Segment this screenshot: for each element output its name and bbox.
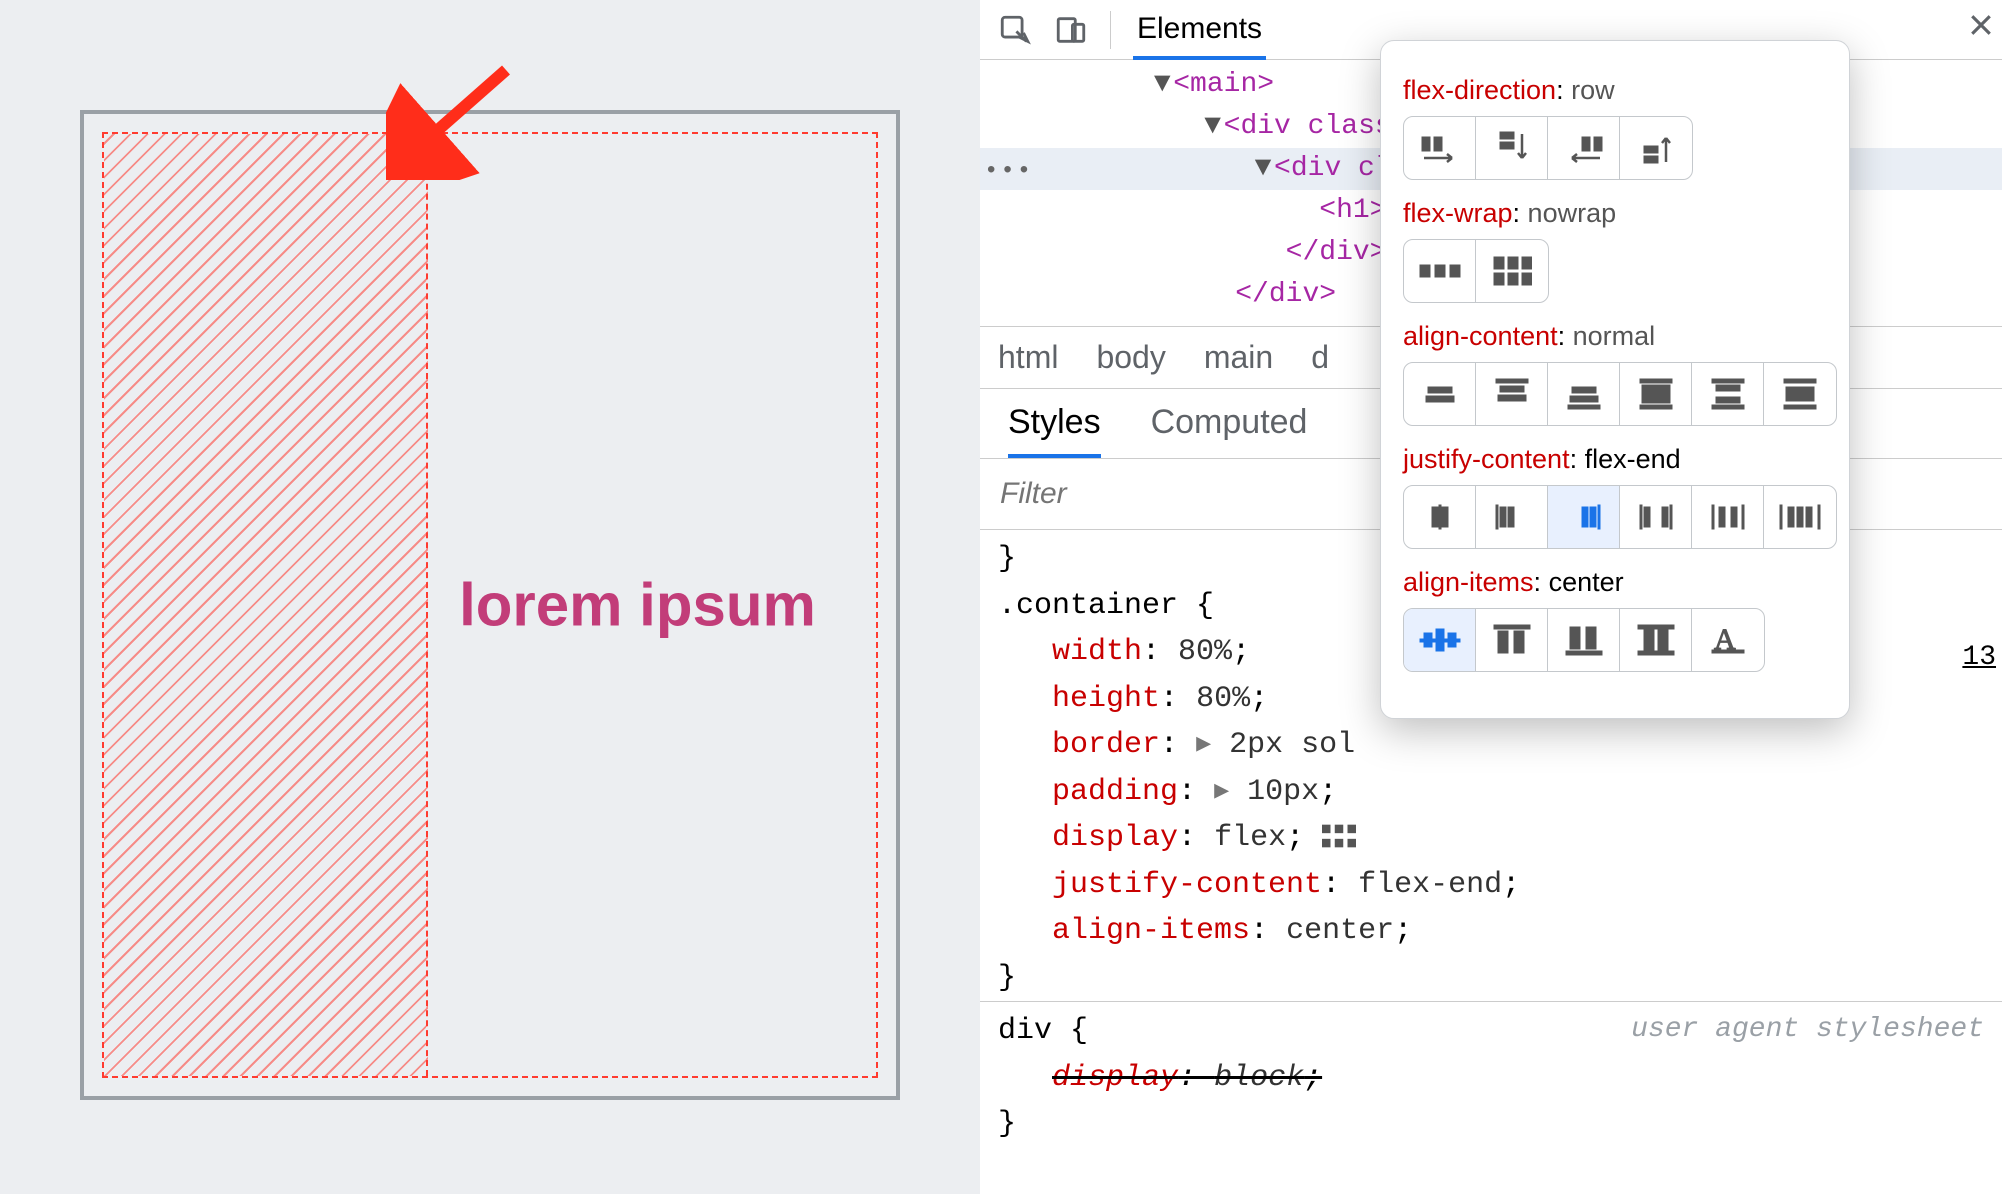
source-line-link[interactable]: 13 xyxy=(1962,642,1996,673)
inspect-element-icon[interactable] xyxy=(998,13,1032,47)
justify-content-start-icon[interactable] xyxy=(1476,486,1548,548)
breadcrumb-item[interactable]: body xyxy=(1096,339,1165,376)
tab-styles[interactable]: Styles xyxy=(1008,403,1101,458)
align-items-start-icon[interactable] xyxy=(1476,609,1548,671)
preview-heading: lorem ipsum xyxy=(459,571,816,640)
flex-direction-column-reverse-icon[interactable] xyxy=(1620,117,1692,179)
flex-direction-row-icon[interactable] xyxy=(1404,117,1476,179)
align-content-between-icon[interactable] xyxy=(1692,363,1764,425)
elements-tab[interactable]: Elements xyxy=(1133,0,1266,60)
annotation-arrow-icon xyxy=(386,60,516,180)
justify-content-options xyxy=(1403,485,1837,549)
breadcrumb-item[interactable]: html xyxy=(998,339,1058,376)
close-icon[interactable] xyxy=(1966,10,1996,40)
devtools-panel: Elements ▼<main> ▼<div class=" ▼<div cla… xyxy=(980,0,2002,1194)
align-content-end-icon[interactable] xyxy=(1548,363,1620,425)
flexbox-editor-popover: flex-direction: row flex-wrap: nowrap al… xyxy=(1380,40,1850,719)
align-items-options: A xyxy=(1403,608,1765,672)
align-content-options xyxy=(1403,362,1837,426)
justify-content-evenly-icon[interactable] xyxy=(1764,486,1836,548)
css-rule-ua: user agent stylesheetdiv { display: bloc… xyxy=(980,1001,2002,1148)
align-items-center-icon[interactable] xyxy=(1404,609,1476,671)
flexbox-editor-icon[interactable] xyxy=(1322,824,1356,848)
flex-wrap-nowrap-icon[interactable] xyxy=(1404,240,1476,302)
align-content-start-icon[interactable] xyxy=(1476,363,1548,425)
preview-flex-space-overlay xyxy=(104,134,428,1076)
justify-content-between-icon[interactable] xyxy=(1620,486,1692,548)
justify-content-end-icon[interactable] xyxy=(1548,486,1620,548)
rendered-page-preview: lorem ipsum xyxy=(0,0,980,1194)
flex-direction-row-reverse-icon[interactable] xyxy=(1548,117,1620,179)
flex-wrap-wrap-icon[interactable] xyxy=(1476,240,1548,302)
flex-direction-options xyxy=(1403,116,1693,180)
justify-content-around-icon[interactable] xyxy=(1692,486,1764,548)
toolbar-separator xyxy=(1110,11,1111,49)
align-content-center-icon[interactable] xyxy=(1404,363,1476,425)
styles-filter-input[interactable] xyxy=(980,459,1412,529)
preview-dashed-outline: lorem ipsum xyxy=(102,132,878,1078)
align-items-end-icon[interactable] xyxy=(1548,609,1620,671)
flex-wrap-options xyxy=(1403,239,1549,303)
align-content-stretch-icon[interactable] xyxy=(1620,363,1692,425)
align-content-around-icon[interactable] xyxy=(1764,363,1836,425)
flex-direction-column-icon[interactable] xyxy=(1476,117,1548,179)
breadcrumb-item[interactable]: main xyxy=(1204,339,1273,376)
preview-container: lorem ipsum xyxy=(80,110,900,1100)
justify-content-center-icon[interactable] xyxy=(1404,486,1476,548)
align-items-baseline-icon[interactable]: A xyxy=(1692,609,1764,671)
tab-computed[interactable]: Computed xyxy=(1151,403,1308,458)
align-items-stretch-icon[interactable] xyxy=(1620,609,1692,671)
breadcrumb-item[interactable]: d xyxy=(1311,339,1329,376)
device-toolbar-icon[interactable] xyxy=(1054,13,1088,47)
